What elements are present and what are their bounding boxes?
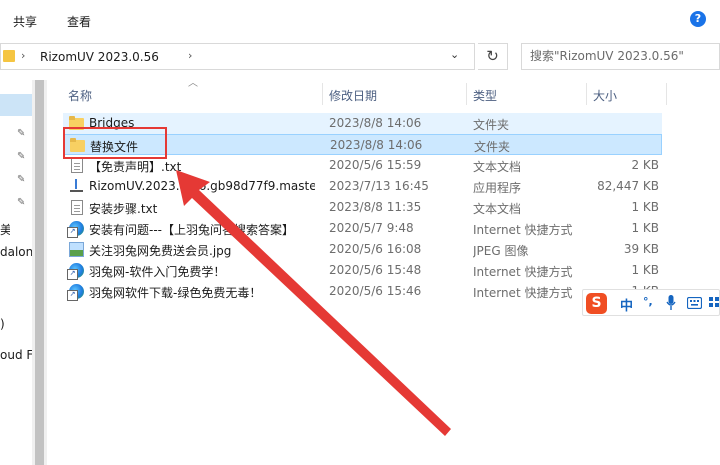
- text-file-icon: [71, 200, 83, 215]
- internet-shortcut-icon: [67, 263, 84, 280]
- file-type: Internet 快捷方式: [473, 286, 573, 300]
- column-header-size[interactable]: 大小: [593, 87, 617, 104]
- text-file-icon: [71, 158, 83, 173]
- file-type: 文本文档: [473, 202, 522, 216]
- chevron-down-icon[interactable]: ⌄: [450, 48, 459, 61]
- file-date: 2020/5/7 9:48: [329, 221, 414, 235]
- internet-shortcut-icon: [67, 284, 84, 301]
- ime-punctuation-toggle[interactable]: °,: [643, 295, 653, 308]
- file-row[interactable]: 安装有问题---【上羽兔问答搜索答案】 2020/5/7 9:48 Intern…: [63, 218, 662, 239]
- file-name: RizomUV.2023.0.56.gb98d77f9.maste...: [89, 179, 315, 193]
- keyboard-icon[interactable]: [687, 297, 702, 309]
- microphone-icon[interactable]: [666, 295, 676, 311]
- file-date: 2023/8/8 14:06: [329, 116, 422, 130]
- file-type: 文件夹: [474, 140, 511, 154]
- column-header-date[interactable]: 修改日期: [329, 87, 377, 104]
- file-date: 2020/5/6 15:59: [329, 158, 422, 172]
- file-name: 安装有问题---【上羽兔问答搜索答案】: [89, 223, 294, 237]
- column-divider[interactable]: [466, 83, 467, 105]
- nav-item[interactable]: 美: [0, 221, 10, 238]
- file-name: 【免责声明】.txt: [89, 160, 182, 174]
- file-name: 安装步骤.txt: [89, 202, 158, 216]
- nav-scrollbar-thumb[interactable]: [35, 80, 44, 465]
- highlight-box: [63, 127, 167, 159]
- sort-up-icon: ︿: [188, 78, 198, 89]
- file-type: Internet 快捷方式: [473, 223, 573, 237]
- file-size: 1 KB: [631, 263, 659, 277]
- file-type: 应用程序: [473, 181, 522, 195]
- file-date: 2020/5/6 15:48: [329, 263, 422, 277]
- breadcrumb-current[interactable]: RizomUV 2023.0.56: [40, 50, 159, 64]
- refresh-button[interactable]: ↻: [478, 43, 508, 70]
- file-type: 文件夹: [473, 118, 510, 132]
- nav-item-selected[interactable]: [0, 94, 32, 116]
- file-date: 2020/5/6 16:08: [329, 242, 422, 256]
- column-header-name[interactable]: 名称: [68, 87, 92, 104]
- chevron-right-icon[interactable]: ›: [21, 49, 25, 62]
- file-type: JPEG 图像: [473, 244, 529, 258]
- nav-item[interactable]: ): [0, 317, 10, 331]
- installer-icon: [69, 179, 84, 194]
- column-divider[interactable]: [666, 83, 667, 105]
- file-name: 羽兔网-软件入门免费学！: [89, 265, 226, 279]
- search-box[interactable]: [521, 43, 720, 70]
- pin-icon: ✎: [17, 128, 26, 139]
- ime-language-toggle[interactable]: 中: [620, 295, 633, 314]
- file-date: 2023/7/13 16:45: [329, 179, 429, 193]
- address-row: › RizomUV 2023.0.56 › ⌄ ↻: [0, 40, 720, 74]
- file-size: 1 KB: [631, 221, 659, 235]
- file-date: 2023/8/8 11:35: [329, 200, 422, 214]
- file-row[interactable]: 关注羽兔网免费送会员.jpg 2020/5/6 16:08 JPEG 图像 39…: [63, 239, 662, 260]
- ime-logo[interactable]: S: [586, 293, 607, 314]
- nav-item[interactable]: oud F: [0, 348, 32, 362]
- file-row[interactable]: 安装步骤.txt 2023/8/8 11:35 文本文档 1 KB: [63, 197, 662, 218]
- pin-icon: ✎: [17, 151, 26, 162]
- pin-icon: ✎: [17, 197, 26, 208]
- chevron-right-icon[interactable]: ›: [188, 49, 192, 62]
- tab-share[interactable]: 共享: [13, 13, 37, 30]
- file-size: 39 KB: [623, 242, 659, 256]
- column-header-type[interactable]: 类型: [473, 87, 497, 104]
- nav-scrollbar[interactable]: [32, 80, 47, 465]
- file-name: 关注羽兔网免费送会员.jpg: [89, 244, 232, 258]
- file-row[interactable]: RizomUV.2023.0.56.gb98d77f9.maste... 202…: [63, 176, 662, 197]
- file-size: 1 KB: [631, 200, 659, 214]
- column-divider[interactable]: [586, 83, 587, 105]
- search-input[interactable]: [530, 49, 710, 63]
- file-date: 2020/5/6 15:46: [329, 284, 422, 298]
- nav-item[interactable]: dalon: [0, 245, 32, 259]
- grid-menu-icon[interactable]: [709, 297, 720, 309]
- file-size: 2 KB: [631, 158, 659, 172]
- help-icon[interactable]: ?: [690, 11, 706, 27]
- pin-icon: ✎: [17, 174, 26, 185]
- tab-view[interactable]: 查看: [67, 13, 91, 30]
- file-date: 2023/8/8 14:06: [330, 138, 423, 152]
- file-name: 羽兔网软件下载-绿色免费无毒！: [89, 286, 262, 300]
- file-type: Internet 快捷方式: [473, 265, 573, 279]
- internet-shortcut-icon: [67, 221, 84, 238]
- column-divider[interactable]: [322, 83, 323, 105]
- file-row[interactable]: 羽兔网-软件入门免费学！ 2020/5/6 15:48 Internet 快捷方…: [63, 260, 662, 281]
- navigation-pane: ✎ ✎ ✎ ✎ 美 dalon ) oud F: [0, 80, 32, 465]
- ime-toolbar: S 中 °,: [582, 289, 720, 316]
- file-size: 82,447 KB: [597, 179, 659, 193]
- address-bar[interactable]: › RizomUV 2023.0.56 › ⌄: [0, 43, 475, 70]
- folder-icon: [3, 50, 15, 62]
- file-row[interactable]: 羽兔网软件下载-绿色免费无毒！ 2020/5/6 15:46 Internet …: [63, 281, 662, 302]
- ribbon: 共享 查看 ?: [0, 0, 720, 40]
- file-type: 文本文档: [473, 160, 522, 174]
- image-file-icon: [69, 242, 84, 257]
